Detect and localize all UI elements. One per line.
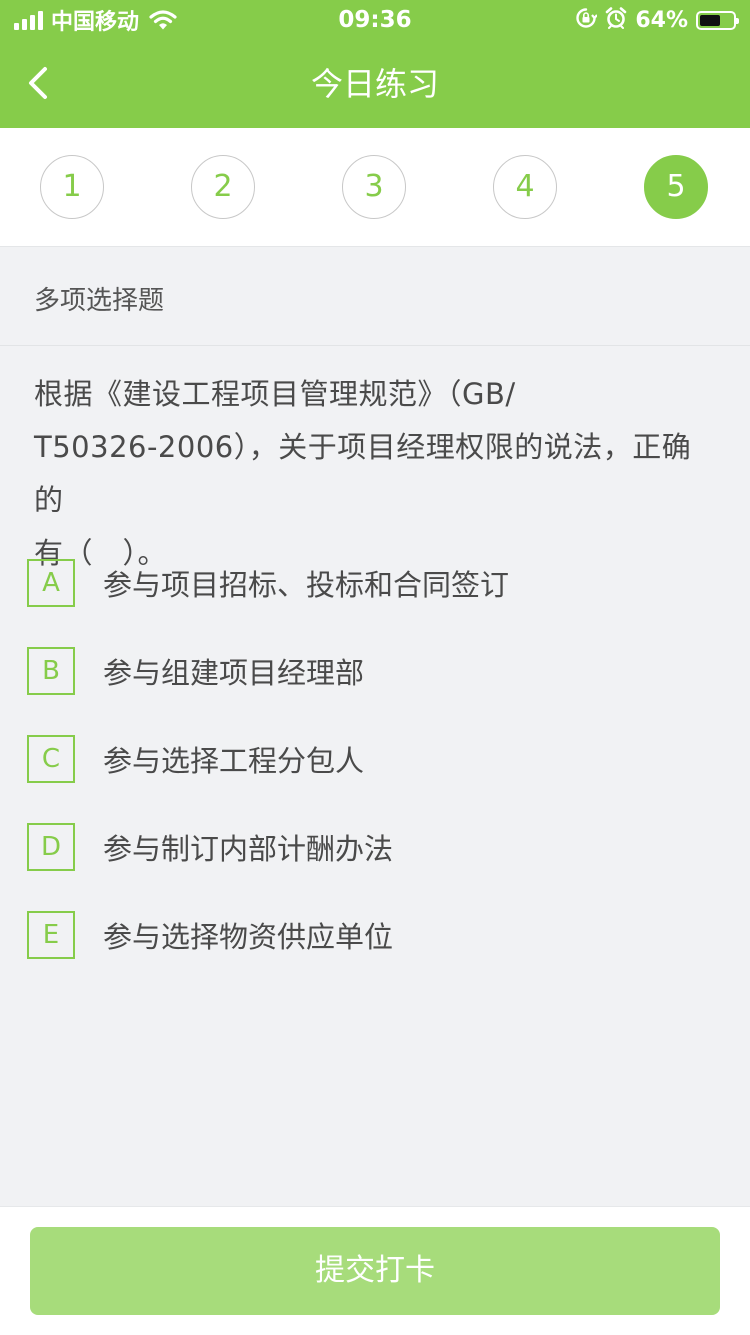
status-right: 64% [575,4,739,36]
rotation-lock-icon [575,7,599,33]
question-tab-1[interactable]: 1 [40,155,104,219]
status-bar: 中国移动 09:36 64% [0,0,750,40]
question-type: 多项选择题 [34,286,165,316]
question-text-line: 根据《建设工程项目管理规范》（GB/ [34,377,516,411]
option-checkbox[interactable]: E [27,911,75,959]
option-checkbox[interactable]: B [27,647,75,695]
question-tab-2[interactable]: 2 [191,155,255,219]
submit-checkin-button[interactable]: 提交打卡 [30,1227,720,1315]
option-a[interactable]: A 参与项目招标、投标和合同签订 [27,559,509,607]
question-tab-4[interactable]: 4 [493,155,557,219]
question-number-tabs: 1 2 3 4 5 [0,128,750,247]
option-label: 参与选择物资供应单位 [103,920,394,954]
question-text-line: T50326-2006），关于项目经理权限的说法，正确的 [34,430,692,517]
option-label: 参与选择工程分包人 [103,744,365,778]
option-label: 参与组建项目经理部 [103,656,365,690]
battery-icon [696,10,739,30]
question-tab-3[interactable]: 3 [342,155,406,219]
page-title: 今日练习 [310,65,439,103]
option-label: 参与项目招标、投标和合同签订 [103,568,510,602]
question-type-bar: 多项选择题 [0,247,750,346]
battery-fill [700,14,721,26]
bottom-bar: 提交打卡 [0,1206,750,1335]
option-checkbox[interactable]: A [27,559,75,607]
question-text: 根据《建设工程项目管理规范》（GB/ T50326-2006），关于项目经理权限… [34,368,720,580]
nav-bar: 今日练习 [0,40,750,128]
option-b[interactable]: B 参与组建项目经理部 [27,647,364,695]
option-c[interactable]: C 参与选择工程分包人 [27,735,364,783]
option-checkbox[interactable]: C [27,735,75,783]
question-tab-5[interactable]: 5 [644,155,708,219]
option-checkbox[interactable]: D [27,823,75,871]
option-label: 参与制订内部计酬办法 [103,832,394,866]
option-e[interactable]: E 参与选择物资供应单位 [27,911,393,959]
option-d[interactable]: D 参与制订内部计酬办法 [27,823,393,871]
alarm-icon [605,7,627,33]
battery-percent: 64% [635,7,688,33]
